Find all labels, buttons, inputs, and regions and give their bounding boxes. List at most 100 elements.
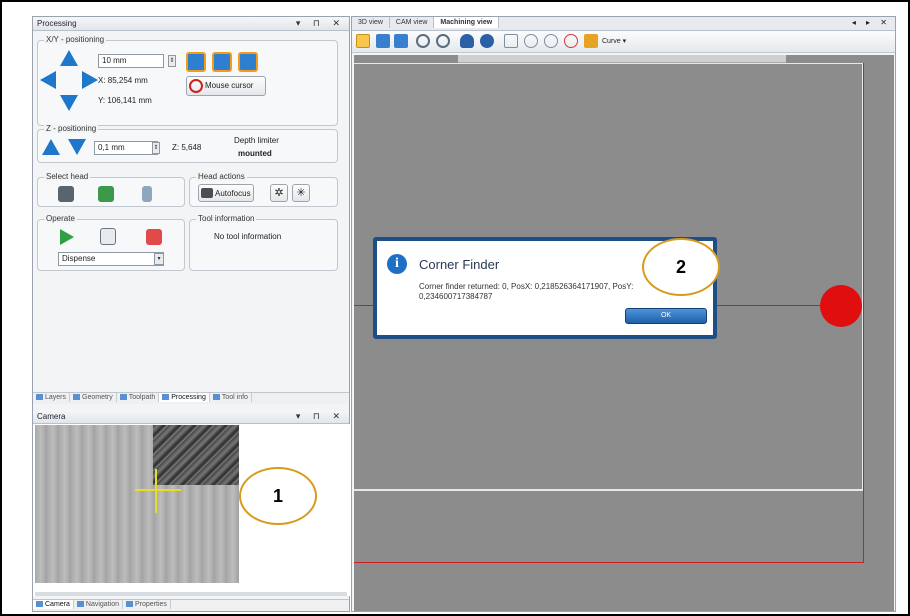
layers-tab-icon	[36, 394, 43, 401]
tab-camera[interactable]: Camera	[33, 600, 74, 609]
camera-window-controls[interactable]: ▾ ⊓ ✕	[296, 411, 345, 422]
ok-button[interactable]: OK	[625, 308, 707, 324]
dialog-title: Corner Finder	[419, 257, 500, 272]
tab-cam-view[interactable]: CAM view	[390, 17, 435, 28]
panel-title-text: Processing	[37, 19, 77, 28]
park-position-icon[interactable]	[212, 52, 232, 72]
move-up-arrow-icon[interactable]	[60, 50, 78, 66]
machining-toolbar: Curve ▾	[352, 31, 895, 53]
autofocus-button[interactable]: Autofocus	[198, 184, 254, 202]
head-actions-label: Head actions	[196, 172, 247, 181]
autofocus-camera-icon	[201, 188, 213, 198]
select-head-group: Select head	[37, 172, 185, 207]
autofocus-label: Autofocus	[215, 189, 251, 198]
tool-information-text: No tool information	[214, 232, 282, 241]
home-position-icon[interactable]	[186, 52, 206, 72]
z-coordinate-readout: Z: 5,648	[172, 143, 202, 152]
panel-window-controls[interactable]: ▾ ⊓ ✕	[296, 18, 345, 29]
xy-group-label: X/Y - positioning	[44, 35, 107, 44]
processing-panel-title: Processing ▾ ⊓ ✕	[33, 17, 349, 31]
camera-image	[35, 425, 239, 583]
deselect-icon[interactable]	[564, 34, 578, 48]
pan-hand-icon[interactable]	[460, 34, 474, 48]
move-down-arrow-icon[interactable]	[60, 95, 78, 111]
dialog-message: Corner finder returned: 0, PosX: 0,21852…	[419, 282, 634, 301]
tab-tool-info[interactable]: Tool info	[210, 393, 252, 402]
view-tab-controls[interactable]: ◂ ▸ ✕	[852, 18, 891, 27]
machining-canvas[interactable]: i Corner Finder Corner finder returned: …	[354, 55, 894, 611]
xy-step-spinner[interactable]: ⇕	[168, 55, 176, 67]
origin-position-icon[interactable]	[238, 52, 258, 72]
callout-2: 2	[642, 238, 720, 296]
z-step-spinner[interactable]: ⇕	[152, 142, 160, 154]
light-high-button[interactable]: ✳	[292, 184, 310, 202]
tool-info-tab-icon	[212, 394, 220, 401]
view-tabs: 3D view CAM view Machining view ◂ ▸ ✕	[352, 17, 895, 31]
curve-dropdown[interactable]: Curve ▾	[602, 37, 626, 45]
camera-bottom-tabs: Camera Navigation Properties	[33, 599, 349, 611]
toolpath-tab-icon	[119, 394, 127, 401]
lasso-deselect-icon[interactable]	[544, 34, 558, 48]
head-mill-icon[interactable]	[58, 186, 74, 202]
machining-view-panel: 3D view CAM view Machining view ◂ ▸ ✕ Curv…	[351, 16, 896, 612]
xy-positioning-group: X/Y - positioning 10 mm ⇕ X: 85,254 mm Y…	[37, 35, 338, 126]
stop-icon[interactable]	[146, 229, 162, 245]
head-dispenser-icon[interactable]	[142, 186, 152, 202]
head-actions-group: Head actions Autofocus ✲ ✳	[189, 172, 338, 207]
tab-3d-view[interactable]: 3D view	[352, 17, 390, 28]
move-left-arrow-icon[interactable]	[40, 71, 56, 89]
z-step-field[interactable]: 0,1 mm	[94, 141, 158, 155]
lasso-select-icon[interactable]	[524, 34, 538, 48]
mouse-cursor-button[interactable]: Mouse cursor	[186, 76, 266, 96]
camera-dark-region	[153, 425, 239, 485]
select-pointer-icon[interactable]	[356, 34, 370, 48]
properties-tab-icon	[125, 601, 133, 608]
zoom-in-icon[interactable]	[416, 34, 430, 48]
depth-limiter-state: mounted	[238, 149, 272, 158]
camera-title-text: Camera	[37, 412, 66, 421]
rotate-icon[interactable]	[480, 34, 494, 48]
info-icon: i	[387, 254, 407, 274]
select-head-label: Select head	[44, 172, 91, 181]
depth-limiter-label: Depth limiter	[234, 136, 279, 145]
panel-tabs: Layers Geometry Toolpath Processing Tool inf…	[33, 392, 349, 404]
processing-panel: Processing ▾ ⊓ ✕ X/Y - positioning 10 mm…	[32, 16, 350, 612]
operate-mode-select[interactable]: Dispense	[58, 252, 164, 266]
canvas-top-ruler	[458, 55, 786, 63]
x-coordinate-readout: X: 85,254 mm	[98, 76, 148, 85]
curve-tool-icon[interactable]	[584, 34, 598, 48]
red-boundary-bottom	[354, 562, 864, 563]
board-outline-bottom	[354, 489, 864, 491]
mouse-cursor-label: Mouse cursor	[205, 81, 254, 90]
operate-group: Operate Dispense ▾	[37, 214, 185, 271]
z-up-arrow-icon[interactable]	[42, 139, 60, 155]
zoom-fit-icon[interactable]	[376, 34, 390, 48]
select-area-icon[interactable]	[504, 34, 518, 48]
no-mouse-icon	[189, 79, 203, 93]
tab-processing[interactable]: Processing	[159, 393, 210, 402]
camera-panel-title: Camera ▾ ⊓ ✕	[33, 410, 349, 424]
head-camera-icon[interactable]	[98, 186, 114, 202]
operate-mode-dropdown-icon[interactable]: ▾	[154, 253, 164, 265]
tab-geometry[interactable]: Geometry	[70, 393, 117, 402]
tab-toolpath[interactable]: Toolpath	[117, 393, 160, 402]
camera-tab-icon	[36, 601, 43, 608]
z-positioning-group: Z - positioning 0,1 mm ⇕ Z: 5,648 Depth …	[37, 124, 338, 163]
zoom-out-icon[interactable]	[436, 34, 450, 48]
camera-scrollbar[interactable]	[35, 592, 347, 596]
tab-navigation[interactable]: Navigation	[74, 600, 123, 609]
red-position-marker	[820, 285, 862, 327]
start-play-icon[interactable]	[60, 229, 74, 245]
tab-layers[interactable]: Layers	[33, 393, 71, 402]
light-low-button[interactable]: ✲	[270, 184, 288, 202]
tab-machining-view[interactable]: Machining view	[434, 17, 500, 28]
move-right-arrow-icon[interactable]	[82, 71, 98, 89]
zoom-window-icon[interactable]	[394, 34, 408, 48]
z-down-arrow-icon[interactable]	[68, 139, 86, 155]
tab-properties[interactable]: Properties	[123, 600, 171, 609]
z-group-label: Z - positioning	[44, 124, 99, 133]
screenshot-frame: Processing ▾ ⊓ ✕ X/Y - positioning 10 mm…	[0, 0, 910, 616]
xy-step-field[interactable]: 10 mm	[98, 54, 164, 68]
callout-1: 1	[239, 467, 317, 525]
step-icon[interactable]	[100, 228, 116, 245]
